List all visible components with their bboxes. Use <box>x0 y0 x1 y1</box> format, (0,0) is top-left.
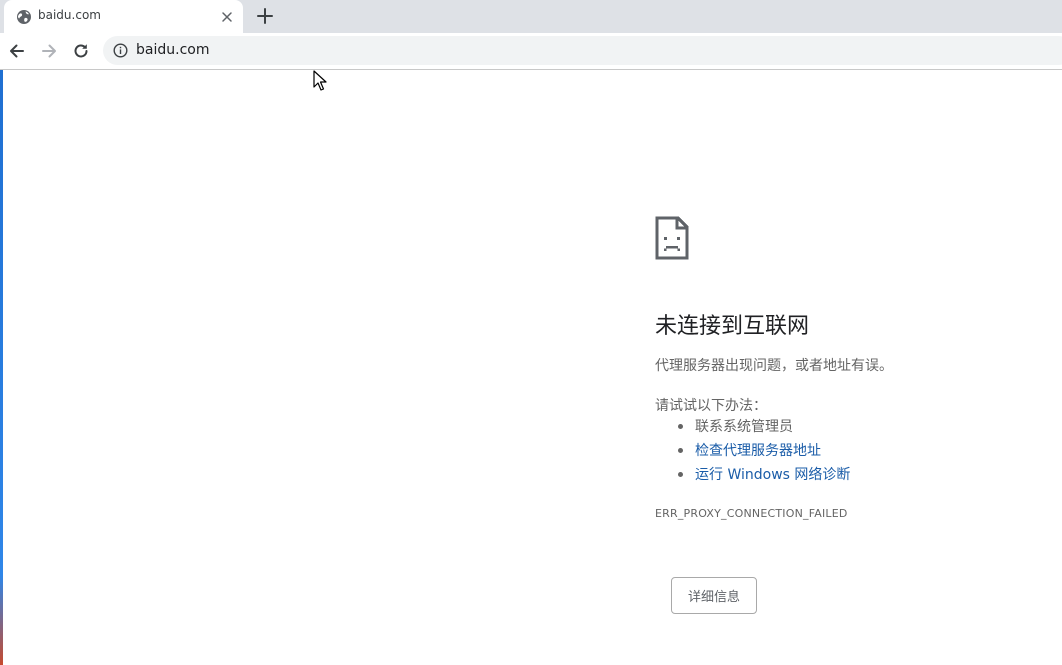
error-code: ERR_PROXY_CONNECTION_FAILED <box>655 507 848 520</box>
tab-title: baidu.com <box>38 8 101 22</box>
details-button[interactable]: 详细信息 <box>671 577 757 614</box>
check-proxy-link[interactable]: 检查代理服务器地址 <box>695 443 821 459</box>
suggestions-heading: 请试试以下办法： <box>655 398 767 414</box>
reload-icon[interactable] <box>71 41 91 61</box>
globe-icon <box>17 10 31 24</box>
suggestions-list: 联系系统管理员 检查代理服务器地址 运行 Windows 网络诊断 <box>655 417 850 489</box>
suggestion-contact-admin: 联系系统管理员 <box>695 419 793 435</box>
suggestion-item: 运行 Windows 网络诊断 <box>655 465 850 489</box>
back-arrow-icon[interactable] <box>7 41 27 61</box>
error-title: 未连接到互联网 <box>655 314 810 339</box>
bullet <box>678 472 683 477</box>
new-tab-plus-icon[interactable] <box>254 5 276 27</box>
suggestion-item: 联系系统管理员 <box>655 417 850 441</box>
toolbar: baidu.com <box>0 33 1062 70</box>
address-bar[interactable]: baidu.com <box>103 36 1062 65</box>
forward-arrow-icon[interactable] <box>39 41 59 61</box>
bullet <box>678 448 683 453</box>
network-diagnostics-link[interactable]: 运行 Windows 网络诊断 <box>695 467 850 483</box>
mouse-pointer-icon <box>313 70 327 91</box>
error-description: 代理服务器出现问题，或者地址有误。 <box>655 358 893 374</box>
suggestion-item: 检查代理服务器地址 <box>655 441 850 465</box>
sad-document-icon <box>655 216 689 260</box>
tab-baidu[interactable]: baidu.com <box>4 0 243 33</box>
desktop-edge <box>0 70 3 665</box>
bullet <box>678 424 683 429</box>
tab-strip: baidu.com <box>0 0 1062 33</box>
close-icon[interactable] <box>219 9 235 25</box>
browser-window: baidu.com baidu.com 未连接到互联网 代理服务器出现问题，或者… <box>0 0 1062 665</box>
url-text[interactable]: baidu.com <box>136 42 209 58</box>
info-icon[interactable] <box>113 43 128 58</box>
